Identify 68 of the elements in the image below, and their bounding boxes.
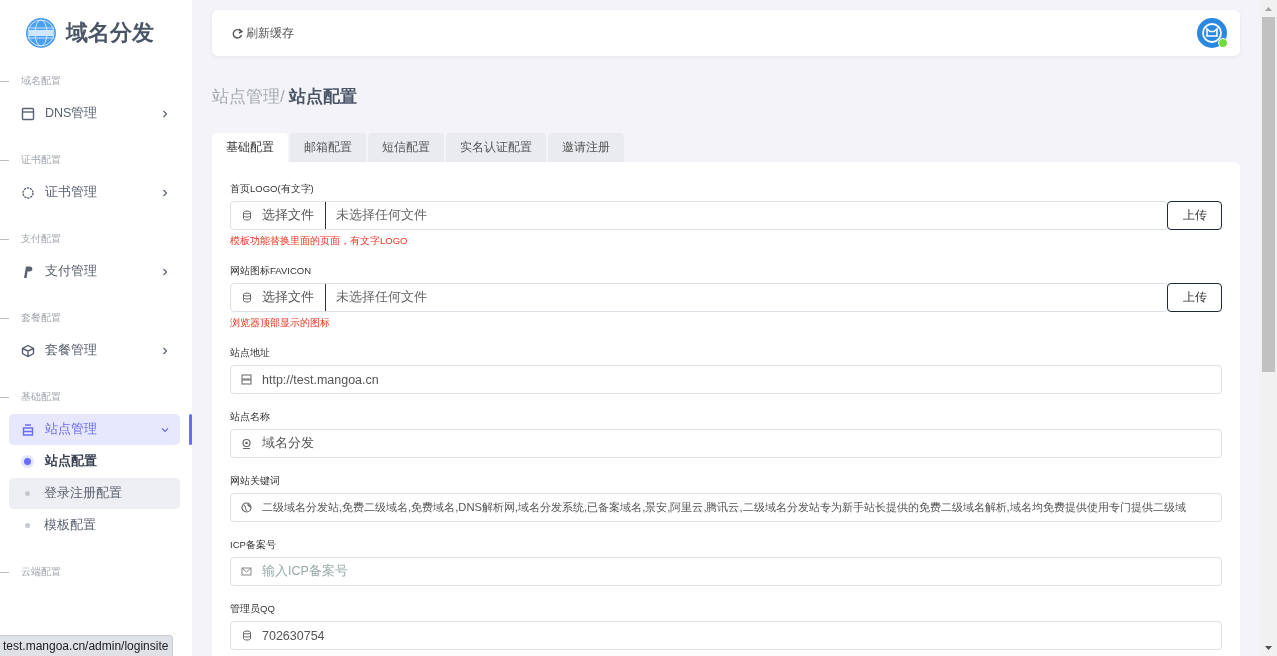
chevron-icon bbox=[160, 345, 170, 356]
hint-text: 浏览器顶部显示的图标 bbox=[230, 316, 331, 330]
section-label: 套餐配置 bbox=[21, 311, 61, 325]
section-label: 基础配置 bbox=[21, 390, 61, 404]
file-status: 未选择任何文件 bbox=[335, 289, 427, 306]
input-field[interactable]: http://test.mangoa.cn bbox=[230, 365, 1222, 394]
upload-button[interactable]: 上传 bbox=[1167, 283, 1222, 312]
database-icon bbox=[241, 210, 252, 221]
bullet-icon bbox=[25, 491, 30, 496]
database-icon bbox=[241, 630, 252, 641]
section-label: 证书配置 bbox=[21, 153, 61, 167]
field-label: 站点名称 bbox=[230, 410, 271, 423]
tab[interactable]: 基础配置 bbox=[212, 133, 288, 162]
choose-file-label[interactable]: 选择文件 bbox=[262, 207, 314, 224]
input-field[interactable]: 702630754 bbox=[230, 621, 1222, 650]
archive-icon bbox=[21, 422, 35, 437]
menu-item[interactable]: 套餐管理 bbox=[9, 335, 180, 366]
section-label: 云端配置 bbox=[21, 565, 61, 579]
upload-button[interactable]: 上传 bbox=[1167, 201, 1222, 230]
payment-icon bbox=[21, 264, 35, 279]
page-title: 站点配置 bbox=[288, 87, 357, 107]
field-label: ICP备案号 bbox=[230, 538, 277, 551]
field-label: 网站关键词 bbox=[230, 474, 281, 487]
field-label: 管理员QQ bbox=[230, 602, 276, 615]
section-label: 支付配置 bbox=[21, 232, 61, 246]
input-field[interactable]: 二级域名分发站,免费二级域名,免费域名,DNS解析网,域名分发系统,已备案域名,景安,阿里云,腾讯云,二级域名分发站专为新手站长提供的免费二级域名解析,域名均免费提供使用专门提供二级域 bbox=[230, 493, 1222, 522]
database-icon bbox=[241, 292, 252, 303]
server-icon bbox=[241, 374, 252, 385]
location-icon bbox=[241, 438, 252, 449]
tab[interactable]: 邀请注册 bbox=[548, 133, 624, 162]
file-status: 未选择任何文件 bbox=[335, 207, 427, 224]
menu-item[interactable]: 支付管理 bbox=[9, 256, 180, 287]
section-label: 域名配置 bbox=[21, 74, 61, 88]
tab[interactable]: 实名认证配置 bbox=[446, 133, 546, 162]
chevron-icon bbox=[160, 187, 170, 198]
brand-title: 域名分发 bbox=[66, 19, 154, 47]
globe-logo-icon bbox=[25, 17, 57, 49]
choose-file-label[interactable]: 选择文件 bbox=[262, 289, 314, 306]
file-input[interactable]: 选择文件 未选择任何文件 bbox=[230, 201, 1168, 230]
submenu-item[interactable]: 站点配置 bbox=[9, 446, 180, 477]
menu-item[interactable]: 证书管理 bbox=[9, 177, 180, 208]
tab[interactable]: 邮箱配置 bbox=[290, 133, 366, 162]
window-icon bbox=[21, 106, 35, 121]
hint-text: 模板功能替换里面的页面，有文字LOGO bbox=[230, 234, 409, 248]
avatar-icon[interactable] bbox=[1197, 18, 1227, 48]
tab[interactable]: 短信配置 bbox=[368, 133, 444, 162]
bullet-icon bbox=[24, 458, 31, 465]
file-input[interactable]: 选择文件 未选择任何文件 bbox=[230, 283, 1168, 312]
active-indicator bbox=[189, 414, 192, 445]
package-icon bbox=[21, 343, 35, 358]
refresh-cache-button[interactable]: 刷新缓存 bbox=[231, 25, 294, 41]
chevron-icon bbox=[160, 266, 170, 277]
field-label: 站点地址 bbox=[230, 346, 271, 359]
menu-item[interactable]: DNS管理 bbox=[9, 98, 180, 129]
scroll-down-icon[interactable] bbox=[1264, 643, 1273, 652]
submenu-item[interactable]: 模板配置 bbox=[9, 510, 180, 541]
field-label: 首页LOGO(有文字) bbox=[230, 182, 315, 195]
mail-icon bbox=[241, 566, 252, 577]
scroll-up-icon[interactable] bbox=[1264, 4, 1273, 13]
bullet-icon bbox=[25, 523, 30, 528]
globe-icon bbox=[241, 502, 252, 513]
field-label: 网站图标FAVICON bbox=[230, 264, 312, 277]
submenu-item[interactable]: 登录注册配置 bbox=[9, 478, 180, 509]
chevron-icon bbox=[160, 108, 170, 119]
refresh-icon bbox=[231, 26, 244, 40]
status-url: test.mangoa.cn/admin/loginsite bbox=[0, 635, 174, 656]
input-field[interactable]: 域名分发 bbox=[230, 429, 1222, 458]
scrollbar-thumb[interactable] bbox=[1262, 17, 1275, 372]
